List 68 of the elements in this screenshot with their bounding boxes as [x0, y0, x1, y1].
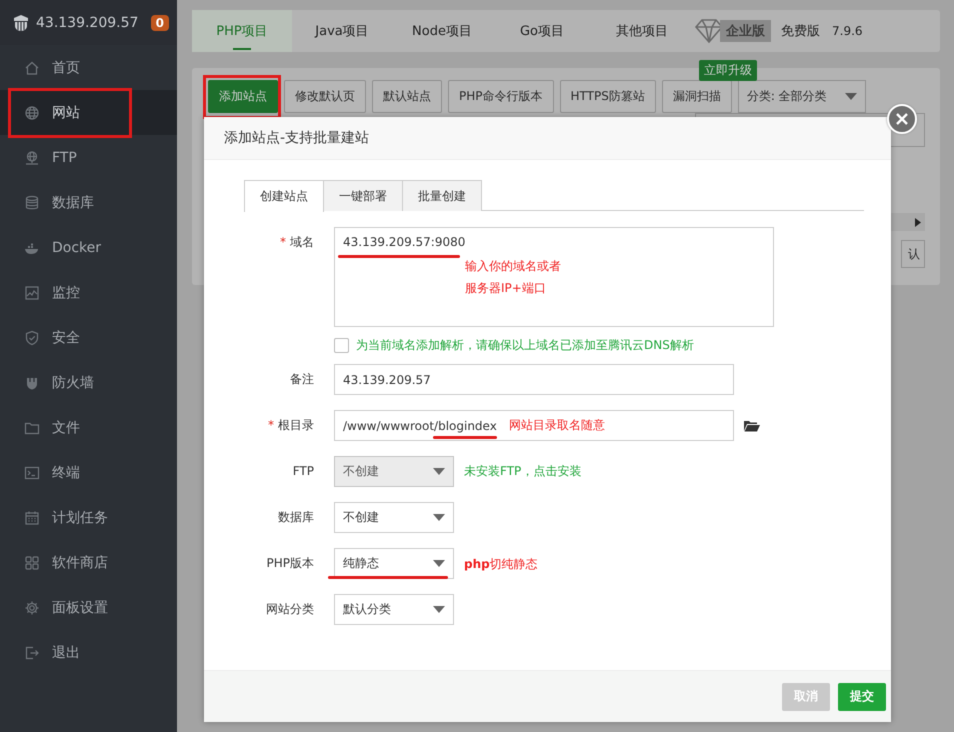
checkbox[interactable] [334, 338, 349, 353]
toolbar-button[interactable]: 漏洞扫描 [662, 80, 732, 113]
project-tab[interactable]: PHP项目 [192, 10, 292, 52]
version-text: 7.9.6 [832, 24, 863, 38]
project-tab[interactable]: 其他项目 [592, 10, 692, 52]
globe-icon [24, 104, 40, 120]
sidebar-item[interactable]: 计划任务 [0, 495, 177, 540]
category-select[interactable]: 分类: 全部分类 [738, 80, 866, 113]
select-field[interactable]: 不创建 [334, 502, 454, 533]
sidebar-item[interactable]: 网站 [0, 90, 177, 135]
field-label: * 根目录 [267, 417, 314, 434]
confirm-button[interactable]: 认 [901, 240, 925, 268]
project-tab[interactable]: Java项目 [292, 10, 392, 52]
sidebar-item[interactable]: 文件 [0, 405, 177, 450]
close-icon [896, 113, 908, 125]
dialog-tab[interactable]: 一键部署 [323, 180, 403, 211]
toolbar-button[interactable]: 修改默认页 [284, 80, 366, 113]
sidebar-item[interactable]: 防火墙 [0, 360, 177, 405]
chart-icon [24, 284, 40, 300]
exit-icon [24, 644, 40, 660]
dialog-tab[interactable]: 批量创建 [402, 180, 482, 211]
field-label: * 域名 [279, 234, 314, 251]
sidebar-item[interactable]: 安全 [0, 315, 177, 360]
annotation-text: 网站目录取名随意 [509, 417, 605, 434]
toolbar-button[interactable]: PHP命令行版本 [448, 80, 554, 113]
sidebar-item[interactable]: 监控 [0, 270, 177, 315]
grid-icon [24, 554, 40, 570]
checkbox-label: 为当前域名添加解析，请确保以上域名已添加至腾讯云DNS解析 [356, 337, 694, 354]
dialog-tab[interactable]: 创建站点 [244, 180, 324, 212]
field-label: FTP [292, 463, 314, 480]
database-icon [24, 194, 40, 210]
edition-label: 免费版 [781, 23, 820, 40]
sidebar-item[interactable]: 退出 [0, 630, 177, 675]
input-field[interactable]: 43.139.209.57 [334, 364, 734, 395]
calendar-icon [24, 510, 40, 526]
sidebar-item[interactable]: 数据库 [0, 180, 177, 225]
toolbar-button[interactable]: HTTPS防篡站 [560, 80, 656, 113]
submit-button[interactable]: 提交 [838, 682, 886, 710]
field-label: 数据库 [277, 509, 314, 526]
toolbar-button[interactable]: 默认站点 [372, 80, 442, 113]
logo-icon [12, 14, 30, 32]
annotation-text: php切纯静态 [464, 556, 538, 572]
dialog-title: 添加站点-支持批量建站 [204, 117, 891, 160]
network-icon [24, 150, 40, 166]
sidebar-item[interactable]: 终端 [0, 450, 177, 495]
field-label: 备注 [289, 371, 314, 388]
gear-icon [24, 600, 40, 616]
notification-badge[interactable]: 0 [150, 14, 169, 30]
server-address: 43.139.209.57 [36, 14, 140, 30]
sidebar-item[interactable]: 首页 [0, 45, 177, 90]
sidebar-item[interactable]: FTP [0, 135, 177, 180]
sidebar-item[interactable]: 面板设置 [0, 585, 177, 630]
shield-icon [24, 330, 40, 346]
annotation-underline [433, 436, 497, 439]
project-tab[interactable]: Go项目 [492, 10, 592, 52]
terminal-icon [24, 464, 40, 480]
sidebar-item[interactable]: 软件商店 [0, 540, 177, 585]
upgrade-badge[interactable]: 立即升级 [698, 60, 757, 81]
field-label: 网站分类 [265, 601, 314, 618]
arrow-icon[interactable] [915, 218, 921, 226]
field-label: PHP版本 [266, 555, 314, 572]
project-tab[interactable]: Node项目 [392, 10, 492, 52]
toolbar-button[interactable]: 添加站点 [208, 80, 278, 113]
annotation-text: 输入你的域名或者 服务器IP+端口 [465, 258, 561, 297]
folder-icon[interactable] [744, 420, 760, 432]
sidebar-item[interactable]: Docker [0, 225, 177, 270]
home-icon [24, 60, 40, 76]
select-field[interactable]: 默认分类 [334, 594, 454, 625]
